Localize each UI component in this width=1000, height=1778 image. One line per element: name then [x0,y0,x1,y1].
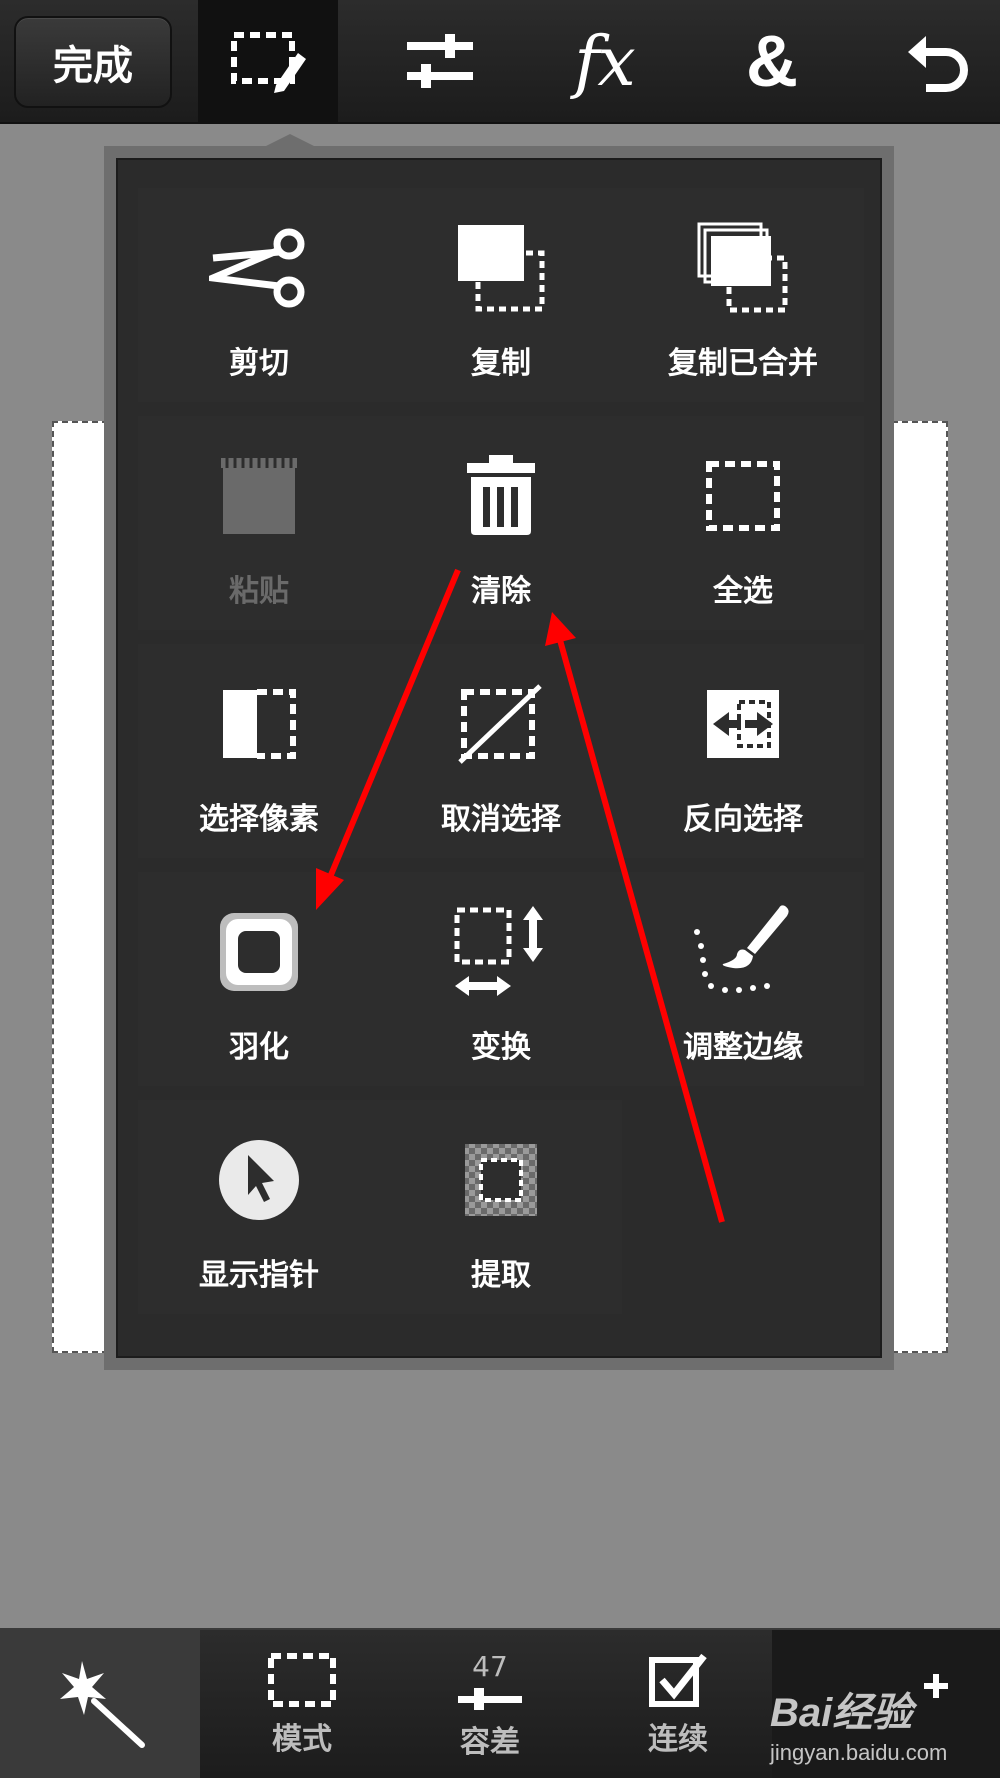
extract-icon [465,1144,537,1216]
transform-icon [454,906,543,996]
tolerance-label: 容差 [460,1724,520,1760]
watermark-url: jingyan.baidu.com [770,1740,948,1765]
menu-item-label: 清除 [471,574,531,609]
menu-item-label: 取消选择 [441,802,561,837]
menu-item-deselect[interactable]: 取消选择 [380,644,622,858]
select-all-icon [706,461,780,531]
mode-label: 模式 [272,1722,332,1757]
copy-merged-icon [697,222,788,313]
trash-icon [467,455,535,535]
menu-item-label: 全选 [713,574,773,609]
feather-icon [220,913,298,991]
selection-menu: 剪切 复制 复制已合并 粘贴 清除 全选 选择像素 取消选择 反向选择 羽化 变… [116,158,882,1358]
menu-item-label: 选择像素 [199,802,319,837]
menu-item-label: 复制 [471,346,531,381]
menu-item-select-pixels[interactable]: 选择像素 [138,644,380,858]
menu-item-show-pointer[interactable]: 显示指针 [138,1100,380,1314]
select-pixels-icon [223,689,296,759]
contiguous-label: 连续 [648,1722,708,1757]
refine-edge-icon [694,905,789,993]
scissors-icon [209,228,305,308]
menu-item-invert-selection[interactable]: 反向选择 [622,644,864,858]
copy-icon [458,225,545,312]
menu-item-select-all[interactable]: 全选 [622,416,864,630]
menu-item-label: 复制已合并 [668,346,818,381]
menu-item-label: 反向选择 [683,802,803,837]
menu-item-label: 提取 [471,1258,531,1293]
selection-pencil-icon [231,32,306,93]
magic-wand-tool[interactable] [0,1630,200,1778]
mode-button[interactable]: 模式 [208,1630,396,1778]
checkbox-checked-icon [649,1653,707,1707]
menu-item-label: 显示指针 [199,1258,319,1293]
menu-item-cut[interactable]: 剪切 [138,188,380,402]
watermark-logo: Bai经验 [770,1691,913,1735]
popup-pointer [258,134,322,150]
fx-icon: fx [574,22,636,102]
done-button[interactable]: 完成 [14,16,172,108]
slider-icon [458,1687,522,1710]
tolerance-value: 47 [472,1649,508,1683]
menu-item-paste[interactable]: 粘贴 [138,416,380,630]
menu-item-label: 剪切 [229,346,289,381]
top-toolbar: 完成 fx & [0,0,1000,124]
menu-item-feather[interactable]: 羽化 [138,872,380,1086]
menu-item-label: 羽化 [229,1030,289,1065]
contiguous-toggle[interactable]: 连续 [584,1630,772,1778]
menu-item-copy[interactable]: 复制 [380,188,622,402]
tolerance-slider[interactable]: 47 容差 [396,1630,584,1778]
menu-item-transform[interactable]: 变换 [380,872,622,1086]
menu-item-clear[interactable]: 清除 [380,416,622,630]
menu-item-label: 变换 [471,1030,531,1065]
effects-tool[interactable]: fx [534,0,674,124]
selection-rect-icon [268,1653,336,1707]
paste-icon [221,458,297,534]
ampersand-icon: & [746,22,798,102]
menu-item-extract[interactable]: 提取 [380,1100,622,1314]
menu-item-label: 调整边缘 [683,1030,803,1065]
undo-tool[interactable] [868,0,1000,124]
menu-item-copy-merged[interactable]: 复制已合并 [622,188,864,402]
deselect-icon [458,684,542,764]
invert-selection-icon [707,690,779,758]
magic-wand-icon [60,1661,145,1748]
menu-item-refine-edge[interactable]: 调整边缘 [622,872,864,1086]
selection-edit-tool[interactable] [198,0,338,124]
show-pointer-icon [219,1140,299,1220]
layers-tool[interactable]: & [702,0,842,124]
menu-item-label: 粘贴 [229,574,289,609]
undo-icon [908,36,968,92]
sliders-icon [407,34,473,88]
baidu-jingyan-watermark: Bai经验 jingyan.baidu.com [770,1680,990,1770]
adjust-tool[interactable] [370,0,510,124]
